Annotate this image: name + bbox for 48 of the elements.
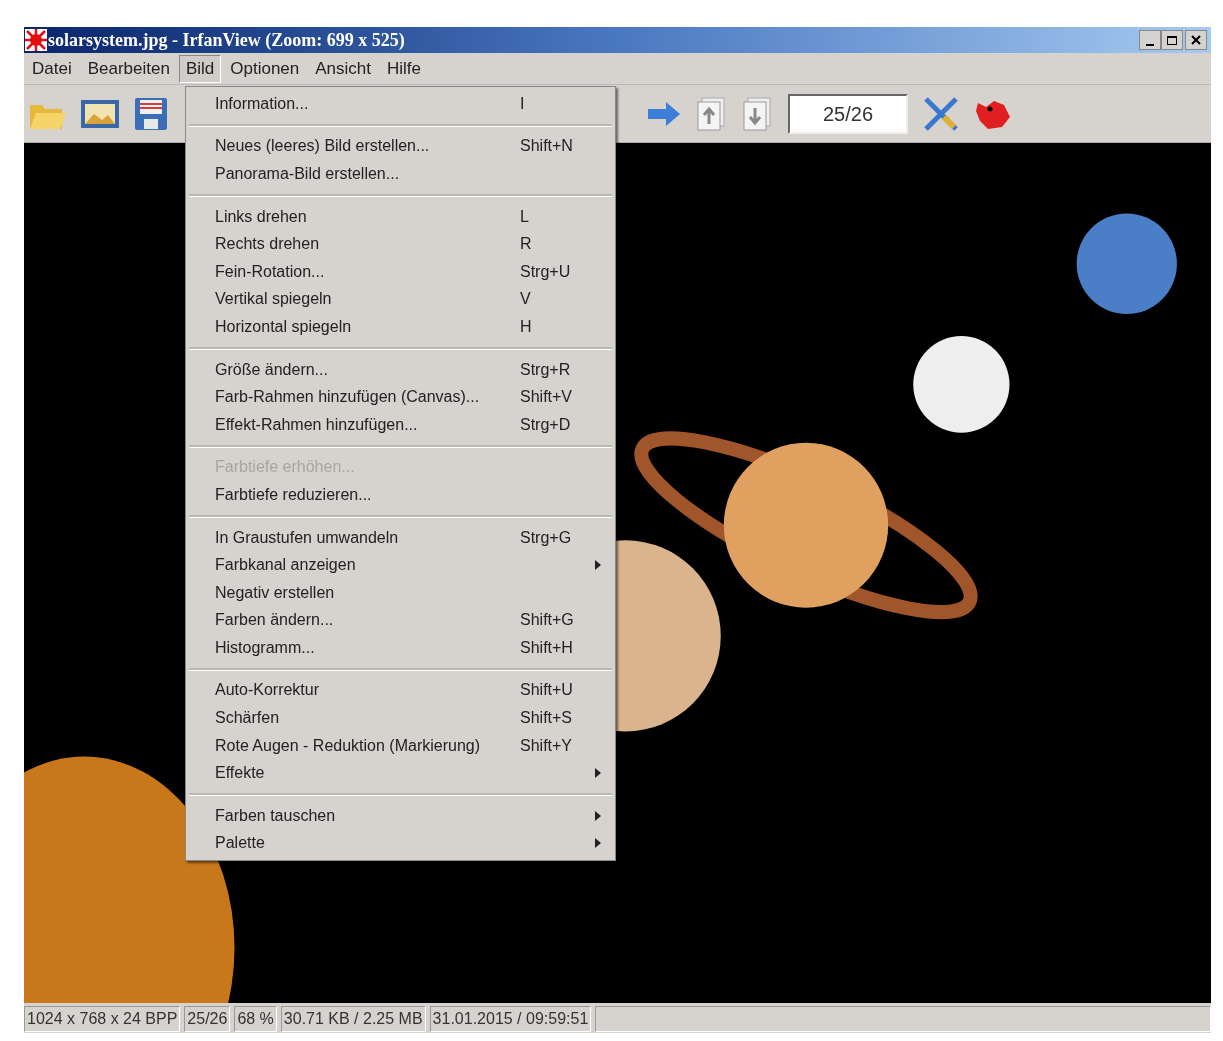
menu-item[interactable]: Palette bbox=[186, 829, 615, 858]
status-bar-field: 30.71 KB / 2.25 MB bbox=[280, 1006, 426, 1032]
menu-item[interactable]: Effekt-Rahmen hinzufügen... Strg+D bbox=[186, 410, 615, 439]
menu-bar-item[interactable]: Optionen bbox=[223, 54, 307, 83]
status-bar-field: 68 % bbox=[234, 1006, 277, 1032]
menu-item[interactable]: In Graustufen umwandeln Strg+G bbox=[186, 523, 615, 552]
status-bar-field: 31.01.2015 / 09:59:51 bbox=[429, 1006, 592, 1032]
maximize-icon bbox=[1167, 35, 1177, 45]
status-bar-field: 25/26 bbox=[184, 1006, 231, 1032]
menu-item[interactable]: Schärfen Shift+S bbox=[186, 704, 615, 732]
close-icon bbox=[1191, 35, 1201, 45]
menu-item[interactable]: Histogramm... Shift+H bbox=[186, 634, 615, 662]
menu-item[interactable]: Farben ändern... Shift+G bbox=[186, 606, 615, 635]
menu-item[interactable]: Neues (leeres) Bild erstellen... Shift+N bbox=[186, 132, 615, 161]
maximize-button[interactable] bbox=[1161, 30, 1183, 50]
menu-bar-item[interactable]: Bearbeiten bbox=[80, 54, 177, 83]
menu-item[interactable]: Fein-Rotation... Strg+U bbox=[186, 257, 615, 286]
menu-item[interactable]: Links drehen L bbox=[186, 202, 615, 231]
menu-bar-item[interactable]: Bild bbox=[178, 54, 222, 83]
status-bar-field: 1024 x 768 x 24 BPP bbox=[24, 1006, 181, 1032]
close-button[interactable] bbox=[1185, 30, 1207, 50]
menu-bar-item[interactable]: Ansicht bbox=[308, 54, 379, 83]
menu-item[interactable]: Effekte bbox=[186, 759, 615, 788]
menu-item[interactable]: Auto-Korrektur Shift+U bbox=[186, 676, 615, 705]
menu-item[interactable]: Negativ erstellen bbox=[186, 578, 615, 607]
menu-bar-item[interactable]: Hilfe bbox=[380, 54, 429, 83]
menu-item[interactable]: Vertikal spiegeln V bbox=[186, 285, 615, 314]
menu-item[interactable]: Farbtiefe reduzieren... bbox=[186, 481, 615, 509]
menu-item[interactable]: Rechts drehen R bbox=[186, 230, 615, 258]
menu-item[interactable]: Farb-Rahmen hinzufügen (Canvas)... Shift+V bbox=[186, 383, 615, 411]
menu-item[interactable]: Panorama-Bild erstellen... bbox=[186, 160, 615, 188]
minimize-icon bbox=[1146, 44, 1154, 46]
minimize-button[interactable] bbox=[1139, 30, 1161, 50]
menu-item[interactable]: Farbkanal anzeigen bbox=[186, 551, 615, 579]
tools-icon[interactable] bbox=[922, 94, 960, 133]
page-counter-field[interactable]: 25/26 bbox=[788, 93, 908, 134]
menu-item[interactable]: Information... I bbox=[186, 90, 615, 118]
page-down-icon[interactable] bbox=[742, 95, 774, 132]
page-up-icon[interactable] bbox=[696, 95, 728, 132]
menu-item[interactable]: Rote Augen - Reduktion (Markierung) Shift+Y bbox=[186, 731, 615, 760]
arrow-right-icon[interactable] bbox=[646, 99, 682, 128]
menu-bar-item[interactable]: Datei bbox=[25, 54, 79, 83]
menu-item[interactable]: Farben tauschen bbox=[186, 802, 615, 830]
menu-item[interactable]: Größe ändern... Strg+R bbox=[186, 355, 615, 384]
app-icon bbox=[25, 29, 47, 51]
window-title: solarsystem.jpg - IrfanView (Zoom: 699 x 525) bbox=[48, 28, 405, 52]
picture-icon[interactable] bbox=[80, 97, 120, 130]
menu-item[interactable]: Horizontal spiegeln H bbox=[186, 313, 615, 341]
